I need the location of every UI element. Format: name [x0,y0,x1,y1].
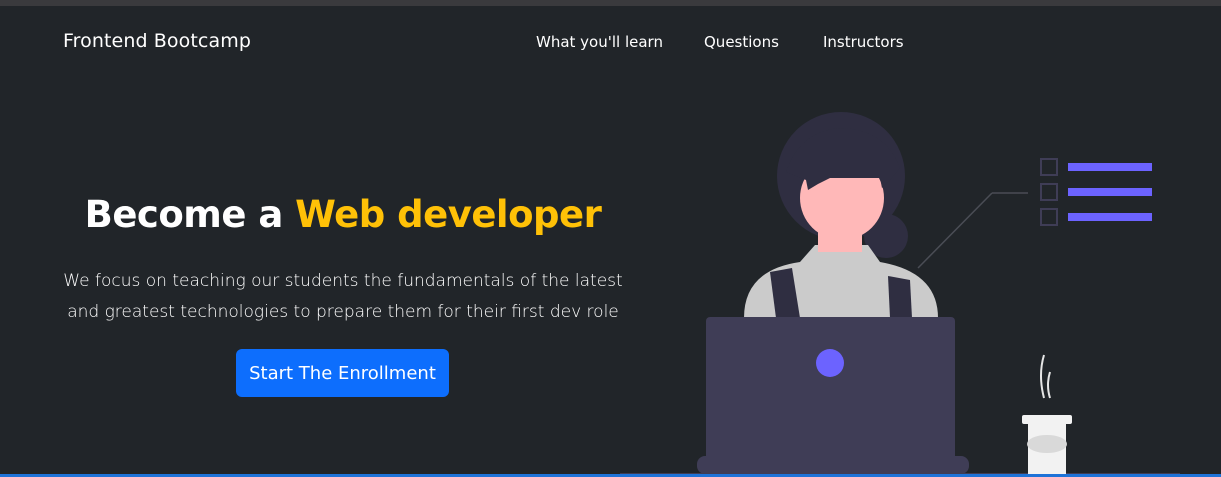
hero-illustration [620,112,1180,475]
coffee-cup-illustration [1022,354,1072,474]
laptop-illustration [620,317,1180,475]
checklist-illustration [917,158,1152,269]
person-illustration [744,112,938,318]
